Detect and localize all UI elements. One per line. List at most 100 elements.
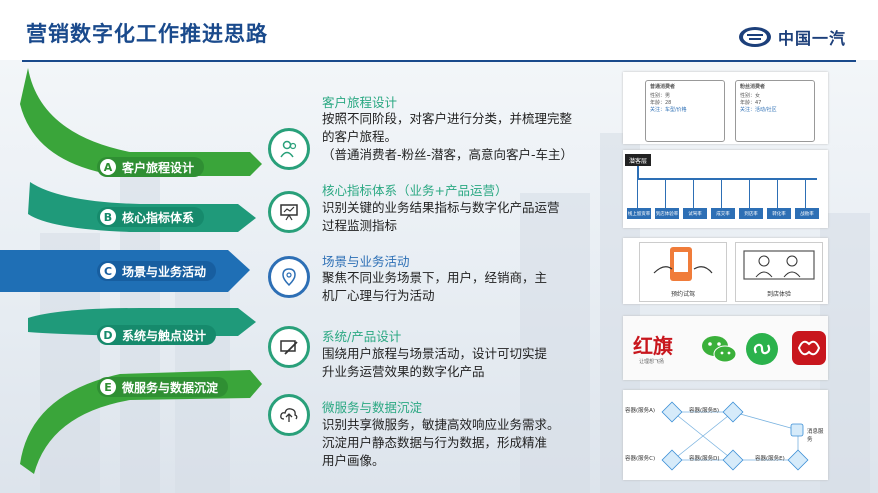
step-a-letter: A bbox=[100, 159, 116, 175]
ms-label-b: 容器(服务B) bbox=[689, 408, 720, 414]
faw-emblem-icon bbox=[739, 27, 771, 47]
ms-label-a: 容器(服务A) bbox=[625, 408, 656, 414]
detail-c-line-2: 机厂心理与行为活动 bbox=[322, 288, 435, 303]
detail-c-text: 聚焦不同业务场景下，用户，经销商，主 机厂心理与行为活动 bbox=[322, 269, 612, 305]
design-pen-icon bbox=[280, 340, 298, 355]
detail-c-line-1: 聚焦不同业务场景下，用户，经销商，主 bbox=[322, 270, 548, 285]
scenario-icon-circle bbox=[268, 256, 310, 298]
kpi-node: 试驾率 bbox=[683, 208, 707, 219]
kpi-node-stem bbox=[665, 180, 666, 210]
step-d-pill[interactable]: D 系统与触点设计 bbox=[97, 325, 217, 345]
detail-b-line-2: 过程监测指标 bbox=[322, 218, 398, 233]
detail-a-heading: 客户旅程设计 bbox=[322, 95, 398, 110]
persona-card-1: 普通消费者 性别：男 年龄：28 关注：车型/价格 bbox=[645, 80, 725, 142]
detail-a-text: 按照不同阶段，对客户进行分类，并梳理完整 的客户旅程。 （普通消费者-粉丝-潜客… bbox=[322, 110, 612, 164]
faw-logo: 中国一汽 bbox=[738, 22, 858, 52]
mini-program-icon bbox=[746, 333, 778, 365]
persona-card-1-line-1: 性别：男 bbox=[650, 93, 671, 99]
kpi-node-stem bbox=[749, 180, 750, 210]
persona-card-2-line-3: 关注：活动/社区 bbox=[740, 107, 777, 113]
scenario-label-store-visit: 到店体验 bbox=[766, 291, 791, 298]
kpi-node: 成交率 bbox=[711, 208, 735, 219]
persona-panel: 普通消费者 性别：男 年龄：28 关注：车型/价格 粉丝消费者 性别：女 年龄：… bbox=[623, 72, 828, 144]
wechat-icon bbox=[702, 336, 737, 363]
logo-text: 中国一汽 bbox=[778, 29, 847, 48]
detail-a-line-2: 的客户旅程。 bbox=[322, 129, 398, 144]
detail-e-line-2: 沉淀用户静态数据与行为数据，形成精准 bbox=[322, 435, 548, 450]
ms-label-e: 容器(服务E) bbox=[755, 456, 785, 462]
scenario-panel: 预约试驾 到店体验 bbox=[623, 238, 828, 304]
step-b-pill[interactable]: B 核心指标体系 bbox=[97, 207, 205, 227]
detail-c-heading: 场景与业务活动 bbox=[322, 254, 410, 269]
persona-card-1-line-3: 关注：车型/价格 bbox=[650, 107, 687, 113]
hongqi-logo: 红旗 bbox=[633, 334, 673, 358]
ms-label-message: 消息服务 bbox=[807, 429, 824, 443]
title-divider bbox=[22, 60, 856, 62]
kpi-node-stem bbox=[637, 180, 638, 210]
kpi-icon-circle bbox=[268, 191, 310, 233]
persona-card-1-title: 普通消费者 bbox=[650, 84, 676, 90]
detail-d-line-1: 围绕用户旅程与场景活动，设计可切实提 bbox=[322, 346, 548, 361]
phone-illustration-icon bbox=[653, 247, 713, 281]
detail-a-line-3: （普通消费者-粉丝-潜客，高意向客户-车主） bbox=[322, 147, 574, 162]
persona-card-2-line-2: 年龄：47 bbox=[740, 100, 762, 106]
kpi-node-stem bbox=[721, 180, 722, 210]
scenario-card-test-drive: 预约试驾 bbox=[639, 242, 727, 302]
step-a-label: 客户旅程设计 bbox=[122, 160, 195, 175]
kpi-node-stem bbox=[777, 180, 778, 210]
kpi-node-stem bbox=[693, 180, 694, 210]
detail-e-text: 识别共享微服务，敏捷高效响应业务需求。 沉淀用户静态数据与行为数据，形成精准 用… bbox=[322, 416, 612, 470]
step-b-letter: B bbox=[100, 209, 116, 225]
kpi-tree-root: 潜客层 bbox=[625, 154, 651, 166]
kpi-tree-panel: 潜客层 线上留资率 到店体验率 试驾率 成交率 到店率 转化率 战败率 bbox=[623, 150, 828, 228]
step-e-pill[interactable]: E 微服务与数据沉淀 bbox=[97, 377, 229, 397]
persona-card-2-line-1: 性别：女 bbox=[740, 93, 761, 99]
detail-a-line-1: 按照不同阶段，对客户进行分类，并梳理完整 bbox=[322, 111, 573, 126]
step-c-pill[interactable]: C 场景与业务活动 bbox=[97, 261, 217, 281]
kpi-node: 线上留资率 bbox=[627, 208, 651, 219]
kpi-node: 到店体验率 bbox=[655, 208, 679, 219]
kpi-node: 战败率 bbox=[795, 208, 819, 219]
detail-d-text: 围绕用户旅程与场景活动，设计可切实提 升业务运营效果的数字化产品 bbox=[322, 345, 612, 381]
persona-card-1-line-2: 年龄：28 bbox=[650, 100, 672, 106]
system-icon-circle bbox=[268, 326, 310, 368]
users-icon bbox=[280, 140, 297, 158]
detail-b-heading: 核心指标体系（业务+产品运营） bbox=[322, 183, 508, 198]
microservice-icon-circle bbox=[268, 394, 310, 436]
detail-b-line-1: 识别关键的业务结果指标与数字化产品运营 bbox=[322, 200, 560, 215]
step-e-label: 微服务与数据沉淀 bbox=[122, 380, 219, 395]
step-a-pill[interactable]: A 客户旅程设计 bbox=[97, 157, 205, 177]
hongqi-slogan: 让理想飞扬 bbox=[639, 359, 665, 365]
kpi-node-stem bbox=[805, 180, 806, 210]
app-icons-panel: 红旗 让理想飞扬 bbox=[623, 316, 828, 380]
step-c-label: 场景与业务活动 bbox=[122, 264, 207, 279]
step-b-label: 核心指标体系 bbox=[122, 210, 195, 225]
microservice-diagram bbox=[661, 401, 809, 471]
detail-b-text: 识别关键的业务结果指标与数字化产品运营 过程监测指标 bbox=[322, 199, 612, 235]
ms-label-d: 容器(服务D) bbox=[689, 456, 720, 462]
hongqi-app-icon bbox=[792, 331, 826, 365]
kpi-node: 到店率 bbox=[739, 208, 763, 219]
cloud-upload-icon bbox=[280, 408, 298, 422]
microservice-panel: 容器(服务A) 容器(服务B) 容器(服务C) 容器(服务D) 容器(服务E) … bbox=[623, 390, 828, 480]
detail-e-heading: 微服务与数据沉淀 bbox=[322, 400, 423, 415]
persona-card-2: 粉丝消费者 性别：女 年龄：47 关注：活动/社区 bbox=[735, 80, 815, 142]
ms-label-c: 容器(服务C) bbox=[625, 456, 656, 462]
detail-e-line-3: 用户画像。 bbox=[322, 453, 385, 468]
kpi-tree-branch bbox=[637, 178, 817, 180]
step-c-letter: C bbox=[100, 263, 116, 279]
page-title: 营销数字化工作推进思路 bbox=[26, 22, 268, 46]
presentation-board-icon bbox=[280, 204, 298, 221]
kpi-tree-stem bbox=[637, 166, 639, 178]
step-d-label: 系统与触点设计 bbox=[122, 328, 207, 343]
persona-card-2-title: 粉丝消费者 bbox=[740, 84, 766, 90]
detail-e-line-1: 识别共享微服务，敏捷高效响应业务需求。 bbox=[322, 417, 560, 432]
customer-journey-icon-circle bbox=[268, 128, 310, 170]
scenario-card-store-visit: 到店体验 bbox=[735, 242, 823, 302]
scenario-label-test-drive: 预约试驾 bbox=[670, 291, 695, 298]
step-d-letter: D bbox=[100, 327, 116, 343]
step-e-letter: E bbox=[100, 379, 116, 395]
detail-d-heading: 系统/产品设计 bbox=[322, 329, 402, 344]
location-pin-icon bbox=[282, 268, 296, 287]
detail-d-line-2: 升业务运营效果的数字化产品 bbox=[322, 364, 485, 379]
